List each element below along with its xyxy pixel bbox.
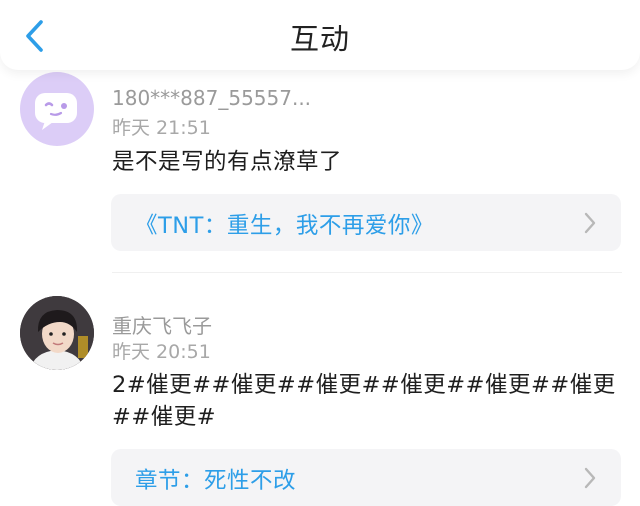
timestamp: 昨天 21:51: [112, 117, 211, 139]
divider: [112, 272, 622, 273]
comment-text: 2#催更##催更##催更##催更##催更##催更##催更#: [112, 372, 616, 430]
top-bar: 互动: [0, 0, 640, 70]
referenced-chapter-link[interactable]: 章节：死性不改: [111, 449, 621, 506]
referenced-work-title: 《TNT：重生，我不再爱你》: [135, 213, 434, 239]
avatar[interactable]: [20, 72, 94, 146]
comment-text: 是不是写的有点潦草了: [112, 149, 343, 175]
chat-bubble-icon: [35, 93, 77, 130]
chevron-right-icon: [584, 212, 596, 234]
chevron-right-icon: [584, 467, 596, 489]
referenced-chapter-title: 章节：死性不改: [135, 468, 297, 494]
referenced-work-link[interactable]: 《TNT：重生，我不再爱你》: [111, 194, 621, 251]
username[interactable]: 重庆飞飞子: [112, 310, 212, 339]
user-photo-avatar: [20, 296, 94, 370]
timestamp: 昨天 20:51: [112, 341, 211, 363]
username[interactable]: 180***887_55557...: [112, 86, 311, 110]
page-title: 互动: [289, 22, 350, 56]
avatar[interactable]: [20, 296, 94, 370]
